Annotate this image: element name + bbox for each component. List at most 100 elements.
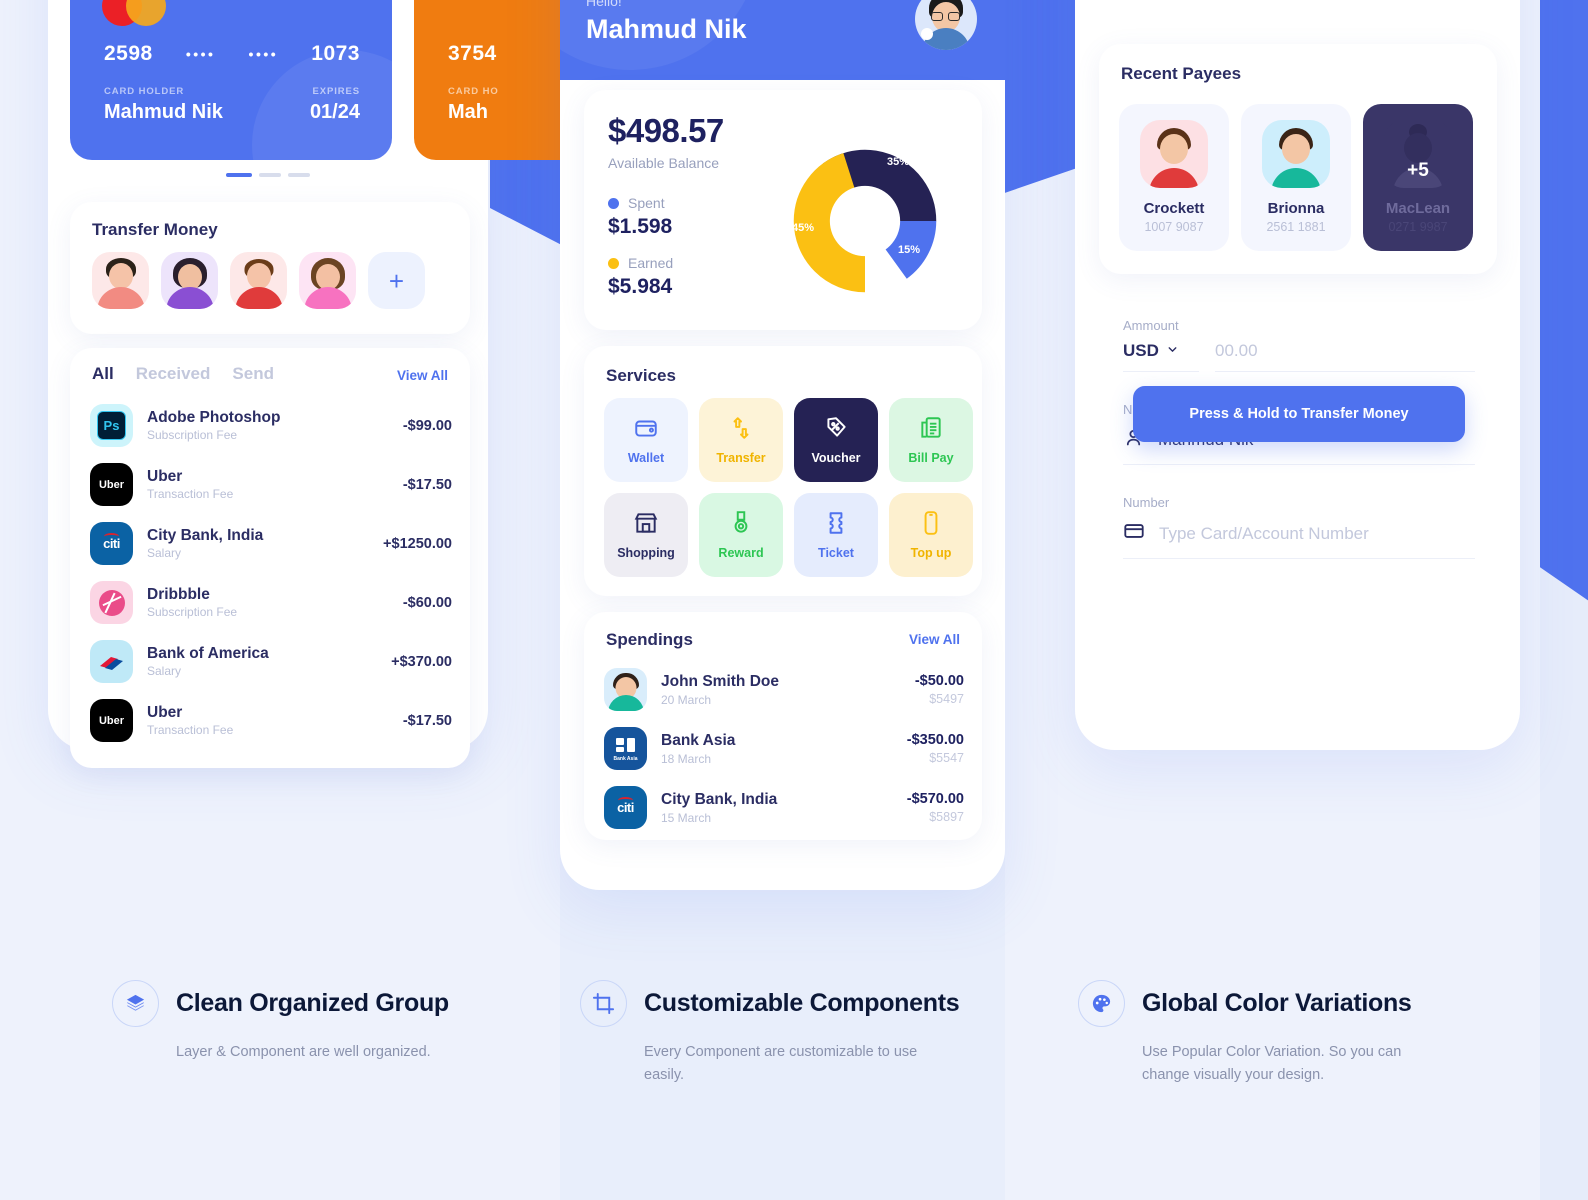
- card-expires-label: EXPIRES: [312, 86, 360, 97]
- layers-icon: [112, 980, 159, 1027]
- carousel-dots[interactable]: [48, 173, 488, 177]
- available-balance-amount: $498.57: [608, 112, 724, 149]
- card-expires-value: 01/24: [309, 101, 360, 123]
- list-item[interactable]: Bank Asia Bank Asia 18 March -$350.00 $5…: [604, 719, 964, 778]
- credit-card-primary[interactable]: 2598 •••• •••• 1073 CARD HOLDER Mahmud N…: [70, 0, 392, 160]
- card-holder-name: Mah: [448, 101, 488, 123]
- add-contact-button[interactable]: +: [368, 252, 425, 309]
- payee-card-1[interactable]: Crockett 1007 9087: [1119, 104, 1229, 251]
- avatar: [1140, 120, 1208, 188]
- shop-icon: [633, 510, 659, 539]
- transaction-sub: Salary: [147, 664, 182, 679]
- spendings-view-all[interactable]: View All: [909, 632, 960, 647]
- number-input[interactable]: Type Card/Account Number: [1123, 520, 1475, 559]
- bank-asia-icon: Bank Asia: [604, 727, 647, 770]
- legend-label-earned: Earned: [628, 255, 674, 271]
- list-item[interactable]: John Smith Doe 20 March -$50.00 $5497: [604, 660, 964, 719]
- donut-svg: [793, 149, 937, 293]
- spending-date: 18 March: [661, 751, 712, 766]
- transfer-money-button[interactable]: Press & Hold to Transfer Money: [1133, 386, 1465, 442]
- transaction-sub: Subscription Fee: [147, 605, 238, 620]
- transaction-sub: Subscription Fee: [147, 428, 238, 443]
- feature-title: Customizable Components: [644, 989, 960, 1017]
- contact-avatar-2[interactable]: [161, 252, 218, 309]
- legend-dot-spent: [608, 197, 619, 209]
- table-row[interactable]: Uber Uber Transaction Fee -$17.50: [90, 455, 452, 514]
- payee-more-badge: +5: [1407, 160, 1429, 181]
- transaction-name: City Bank, India: [147, 526, 264, 544]
- transaction-name: Bank of America: [147, 644, 269, 662]
- payee-number: 1007 9087: [1144, 220, 1204, 234]
- donut-label-navy: 35%: [887, 156, 910, 168]
- list-item[interactable]: citi City Bank, India 15 March -$570.00 …: [604, 778, 964, 837]
- spending-amount: -$50.00: [914, 673, 964, 689]
- service-voucher[interactable]: Voucher: [794, 398, 878, 482]
- avatar[interactable]: [915, 0, 977, 50]
- payee-number: 2561 1881: [1266, 220, 1326, 234]
- card-carousel[interactable]: 2598 •••• •••• 1073 CARD HOLDER Mahmud N…: [48, 0, 736, 172]
- service-reward[interactable]: Reward: [699, 493, 783, 577]
- transaction-name: Dribbble: [147, 585, 210, 603]
- card-number-mask-2: ••••: [248, 46, 279, 62]
- carousel-dot-2[interactable]: [259, 173, 281, 177]
- transaction-list: Ps Adobe Photoshop Subscription Fee -$99…: [90, 396, 452, 750]
- payee-name: MacLean: [1385, 200, 1451, 217]
- citi-icon: citi: [604, 786, 647, 829]
- payee-card-2[interactable]: Brionna 2561 1881: [1241, 104, 1351, 251]
- service-label: Wallet: [627, 451, 665, 465]
- card-icon: [1123, 520, 1145, 547]
- amount-input[interactable]: 00.00: [1215, 341, 1475, 372]
- bg-shape-blue-right: [1540, 0, 1588, 650]
- table-row[interactable]: citi City Bank, India Salary +$1250.00: [90, 514, 452, 573]
- table-row[interactable]: Uber Uber Transaction Fee -$17.50: [90, 691, 452, 750]
- tab-all[interactable]: All: [92, 364, 114, 384]
- tab-received[interactable]: Received: [136, 364, 211, 384]
- transaction-amount: -$17.50: [402, 712, 452, 729]
- table-row[interactable]: Bank of America Salary +$370.00: [90, 632, 452, 691]
- person-avatar: [604, 668, 647, 711]
- transaction-tabs[interactable]: All Received Send: [92, 364, 274, 384]
- feature-clean-organized-group: Clean Organized Group Layer & Component …: [112, 980, 562, 1064]
- feature-title: Global Color Variations: [1142, 989, 1412, 1017]
- spending-amount: -$570.00: [906, 791, 964, 807]
- feature-global-color-variations: Global Color Variations Use Popular Colo…: [1078, 980, 1528, 1087]
- transfer-money-title: Transfer Money: [92, 220, 218, 239]
- available-balance-label: Available Balance: [608, 155, 720, 171]
- carousel-dot-3[interactable]: [288, 173, 310, 177]
- carousel-dot-1[interactable]: [226, 173, 252, 177]
- voucher-icon: [823, 415, 849, 444]
- tab-send[interactable]: Send: [232, 364, 274, 384]
- services-grid: Wallet Transfer Voucher Bill Pay Shoppin…: [604, 398, 973, 577]
- contact-avatar-3[interactable]: [230, 252, 287, 309]
- transaction-name: Adobe Photoshop: [147, 408, 281, 426]
- payee-card-more[interactable]: +5 MacLean 0271 9987: [1363, 104, 1473, 251]
- contact-avatar-4[interactable]: [299, 252, 356, 309]
- transaction-sub: Transaction Fee: [147, 487, 234, 502]
- currency-select[interactable]: USD: [1123, 341, 1199, 372]
- service-ticket[interactable]: Ticket: [794, 493, 878, 577]
- service-label: Ticket: [818, 546, 854, 560]
- service-shopping[interactable]: Shopping: [604, 493, 688, 577]
- uber-icon: Uber: [90, 463, 133, 506]
- phone-right: Mahmud Nik 01/24 Debit $4500.02 Recent P…: [1075, 0, 1520, 750]
- payee-list: Crockett 1007 9087 Brionna 2561 1881 +5 …: [1119, 104, 1473, 251]
- mastercard-icon: [102, 0, 166, 26]
- recent-payees-title: Recent Payees: [1121, 64, 1242, 83]
- service-transfer[interactable]: Transfer: [699, 398, 783, 482]
- contact-avatar-1[interactable]: [92, 252, 149, 309]
- service-label: Shopping: [617, 546, 675, 560]
- table-row[interactable]: Ps Adobe Photoshop Subscription Fee -$99…: [90, 396, 452, 455]
- service-top-up[interactable]: Top up: [889, 493, 973, 577]
- balance-donut-chart: 35% 15% 45%: [770, 126, 960, 316]
- feature-description: Every Component are customizable to use …: [644, 1044, 918, 1084]
- chevron-down-icon: [1166, 341, 1179, 361]
- service-bill-pay[interactable]: Bill Pay: [889, 398, 973, 482]
- table-row[interactable]: Dribbble Subscription Fee -$60.00: [90, 573, 452, 632]
- feature-title: Clean Organized Group: [176, 989, 449, 1017]
- contact-avatar-row[interactable]: +: [92, 252, 425, 309]
- service-wallet[interactable]: Wallet: [604, 398, 688, 482]
- card-footer: CARD HOLDER Mahmud Nik EXPIRES 01/24: [104, 86, 360, 124]
- transactions-view-all[interactable]: View All: [397, 368, 448, 383]
- medal-icon: [728, 510, 754, 539]
- greeting-header: Hello! Mahmud Nik: [560, 0, 1005, 80]
